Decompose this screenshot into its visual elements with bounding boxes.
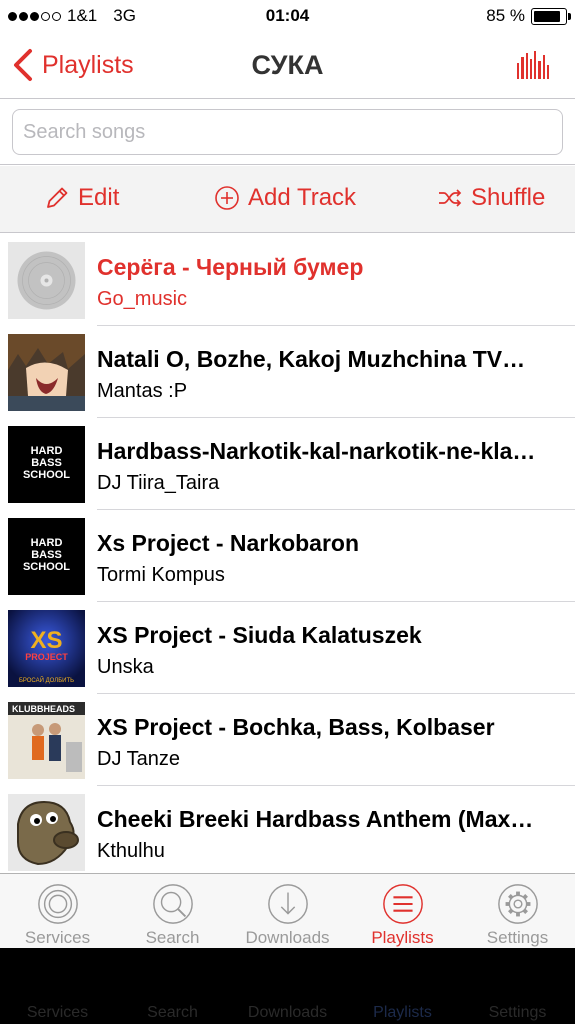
edit-button[interactable]: Edit bbox=[44, 184, 119, 212]
track-row[interactable]: XS PROJECT БРОСАЙ ДОЛБИТЬ XS Project - S… bbox=[0, 602, 575, 694]
chevron-left-icon bbox=[14, 49, 32, 81]
track-artist: Tormi Kompus bbox=[97, 564, 225, 586]
cartoon-dog-image bbox=[8, 794, 85, 871]
svg-text:HARD: HARD bbox=[31, 537, 63, 549]
track-artwork-hardbass-school: HARD BASS SCHOOL bbox=[8, 426, 85, 503]
klubbheads-cover: KLUBBHEADS bbox=[8, 702, 85, 779]
add-circle-icon bbox=[215, 186, 239, 210]
status-right: 85 % bbox=[486, 6, 571, 26]
tab-label: Playlists bbox=[371, 928, 434, 947]
track-title: Cheeki Breeki Hardbass Anthem (Max… bbox=[97, 806, 534, 832]
svg-text:XS: XS bbox=[30, 627, 62, 654]
svg-text:HARD: HARD bbox=[31, 445, 63, 457]
playlist-toolbar: Edit Add Track Shuffle bbox=[0, 166, 575, 233]
app-screen: 1&1 3G 01:04 85 % Playlists СУКА Search … bbox=[0, 0, 575, 948]
shuffle-button[interactable]: Shuffle bbox=[437, 184, 545, 212]
shuffle-label: Shuffle bbox=[471, 184, 546, 211]
hardbass-school-logo: HARD BASS SCHOOL bbox=[8, 426, 85, 503]
tab-label: Search bbox=[145, 928, 200, 947]
anime-character-image bbox=[8, 334, 85, 411]
playlists-icon bbox=[382, 884, 423, 924]
track-row[interactable]: KLUBBHEADS XS Project - Bochka, Bass, Ko… bbox=[0, 694, 575, 786]
battery-icon bbox=[531, 7, 571, 25]
track-artist: Unska bbox=[97, 656, 154, 678]
ghost-label: Services bbox=[26, 1004, 89, 1021]
track-title: XS Project - Bochka, Bass, Kolbaser bbox=[97, 714, 495, 740]
track-artwork-xs-project: XS PROJECT БРОСАЙ ДОЛБИТЬ bbox=[8, 610, 85, 687]
add-track-label: Add Track bbox=[248, 184, 357, 211]
now-playing-equalizer-icon[interactable] bbox=[517, 51, 549, 79]
status-bar: 1&1 3G 01:04 85 % bbox=[0, 0, 575, 34]
add-track-button[interactable]: Add Track bbox=[214, 184, 356, 212]
svg-text:BASS: BASS bbox=[31, 457, 62, 469]
back-label: Playlists bbox=[42, 50, 134, 79]
svg-text:SCHOOL: SCHOOL bbox=[23, 561, 70, 573]
tab-bar: Services Search Downloads Playlists Sett… bbox=[0, 873, 575, 948]
gear-icon bbox=[497, 884, 538, 924]
track-artwork-anime bbox=[8, 334, 85, 411]
track-row[interactable]: Серёга - Черный бумер Go_music bbox=[0, 234, 575, 326]
track-row[interactable]: Cheeki Breeki Hardbass Anthem (Max… Kthu… bbox=[0, 786, 575, 878]
track-row[interactable]: Natali O, Bozhe, Kakoj Muzhchina TV… Man… bbox=[0, 326, 575, 418]
hardbass-school-logo: HARD BASS SCHOOL bbox=[8, 518, 85, 595]
track-row[interactable]: HARD BASS SCHOOL Xs Project - Narkobaron… bbox=[0, 510, 575, 602]
track-title: Hardbass-Narkotik-kal-narkotik-ne-kla… bbox=[97, 438, 536, 464]
track-artwork-klubbheads: KLUBBHEADS bbox=[8, 702, 85, 779]
tab-services[interactable]: Services bbox=[0, 874, 115, 948]
pencil-icon bbox=[47, 187, 68, 208]
ghost-label: Downloads bbox=[247, 1004, 328, 1021]
track-title: Серёга - Черный бумер bbox=[97, 254, 364, 280]
svg-text:BASS: BASS bbox=[31, 549, 62, 561]
track-artist: Kthulhu bbox=[97, 840, 165, 862]
track-artwork-dog bbox=[8, 794, 85, 871]
shuffle-icon bbox=[439, 189, 462, 207]
track-list: Серёга - Черный бумер Go_music Natali O,… bbox=[0, 234, 575, 878]
services-icon bbox=[37, 884, 78, 924]
tab-bar-reflection: Services Search Downloads Playlists Sett… bbox=[0, 1004, 575, 1022]
tab-label: Downloads bbox=[245, 928, 330, 947]
battery-percent: 85 % bbox=[486, 6, 525, 25]
tab-playlists[interactable]: Playlists bbox=[345, 874, 460, 948]
tab-downloads[interactable]: Downloads bbox=[230, 874, 345, 948]
svg-text:БРОСАЙ ДОЛБИТЬ: БРОСАЙ ДОЛБИТЬ bbox=[19, 676, 74, 684]
tab-label: Settings bbox=[486, 928, 549, 947]
track-title: XS Project - Siuda Kalatuszek bbox=[97, 622, 422, 648]
back-button[interactable]: Playlists bbox=[12, 48, 134, 82]
vinyl-disc-icon bbox=[8, 242, 85, 319]
tab-label: Services bbox=[24, 928, 91, 947]
track-artist: Go_music bbox=[97, 288, 188, 310]
navigation-bar: Playlists СУКА bbox=[0, 34, 575, 99]
svg-text:SCHOOL: SCHOOL bbox=[23, 469, 70, 481]
svg-text:PROJECT: PROJECT bbox=[25, 652, 68, 662]
track-row[interactable]: HARD BASS SCHOOL Hardbass-Narkotik-kal-n… bbox=[0, 418, 575, 510]
ghost-label: Playlists bbox=[373, 1004, 432, 1021]
ghost-label: Settings bbox=[488, 1004, 547, 1021]
svg-text:KLUBBHEADS: KLUBBHEADS bbox=[12, 704, 75, 714]
xs-project-logo: XS PROJECT БРОСАЙ ДОЛБИТЬ bbox=[8, 610, 85, 687]
track-artwork-vinyl bbox=[8, 242, 85, 319]
edit-label: Edit bbox=[78, 184, 120, 211]
search-bar bbox=[0, 99, 575, 165]
track-artist: DJ Tiira_Taira bbox=[97, 472, 220, 494]
tab-settings[interactable]: Settings bbox=[460, 874, 575, 948]
track-title: Xs Project - Narkobaron bbox=[97, 530, 360, 556]
track-title: Natali O, Bozhe, Kakoj Muzhchina TV… bbox=[97, 346, 526, 372]
battery-level bbox=[534, 10, 560, 22]
track-artwork-hardbass-school: HARD BASS SCHOOL bbox=[8, 518, 85, 595]
download-icon bbox=[267, 884, 308, 924]
ghost-label: Search bbox=[147, 1004, 198, 1021]
search-icon bbox=[152, 884, 193, 924]
track-artist: DJ Tanze bbox=[97, 748, 181, 770]
search-input[interactable] bbox=[12, 109, 563, 155]
track-artist: Mantas :P bbox=[97, 380, 188, 402]
tab-search[interactable]: Search bbox=[115, 874, 230, 948]
